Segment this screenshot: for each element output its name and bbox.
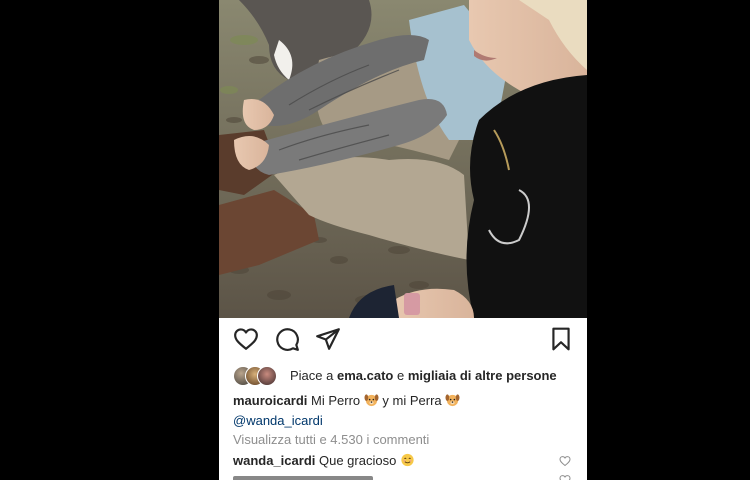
photo-illustration bbox=[219, 0, 587, 318]
liker-username[interactable]: ema.cato bbox=[337, 368, 393, 383]
comment-like-heart-icon[interactable] bbox=[559, 455, 571, 467]
comment-row: wanda_icardi Que gracioso bbox=[233, 453, 578, 468]
view-all-comments-link[interactable]: Visualizza tutti e 4.530 i commenti bbox=[233, 432, 429, 447]
comment-icon bbox=[276, 328, 299, 351]
post-caption: mauroicardi Mi Perro y mi Perra @wanda_i… bbox=[233, 391, 578, 431]
send-icon bbox=[316, 328, 340, 350]
comment-username[interactable]: wanda_icardi bbox=[233, 453, 315, 468]
like-button[interactable] bbox=[233, 326, 259, 352]
comment-button[interactable] bbox=[274, 326, 300, 352]
likes-others[interactable]: migliaia di altre persone bbox=[408, 368, 557, 383]
caption-text-1: Mi Perro bbox=[311, 393, 361, 408]
comment-text: Que gracioso bbox=[319, 453, 397, 468]
save-button[interactable] bbox=[548, 326, 574, 352]
likes-middle: e bbox=[393, 368, 408, 383]
comment-like-heart-icon[interactable] bbox=[559, 474, 571, 480]
dog-face-emoji-icon bbox=[445, 394, 460, 407]
action-bar bbox=[219, 326, 587, 354]
post-photo[interactable] bbox=[219, 0, 587, 318]
next-comment-cutoff bbox=[233, 476, 373, 480]
liker-avatars[interactable] bbox=[233, 366, 285, 386]
likes-prefix: Piace a bbox=[290, 368, 337, 383]
avatar bbox=[257, 366, 277, 386]
share-button[interactable] bbox=[315, 326, 341, 352]
caption-text-2: y mi Perra bbox=[382, 393, 442, 408]
heart-icon bbox=[234, 328, 258, 350]
dog-face-emoji-icon bbox=[364, 394, 379, 407]
caption-mention[interactable]: @wanda_icardi bbox=[233, 413, 323, 428]
likes-row: Piace a ema.cato e migliaia di altre per… bbox=[233, 365, 577, 387]
bookmark-icon bbox=[552, 327, 570, 351]
smiling-face-emoji-icon bbox=[401, 453, 414, 467]
instagram-post: Piace a ema.cato e migliaia di altre per… bbox=[219, 0, 587, 480]
caption-username[interactable]: mauroicardi bbox=[233, 393, 307, 408]
likes-summary[interactable]: Piace a ema.cato e migliaia di altre per… bbox=[290, 368, 557, 383]
